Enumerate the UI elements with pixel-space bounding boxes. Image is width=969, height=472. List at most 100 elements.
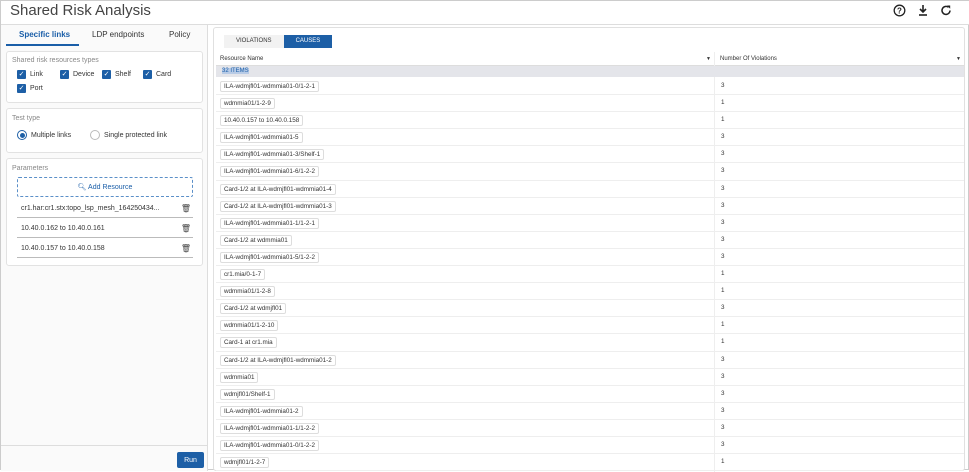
resource-name-chip[interactable]: wdmmia01/1-2-9 — [220, 98, 275, 110]
checkbox-label: Shelf — [115, 71, 131, 78]
causes-tab[interactable]: CAUSES — [283, 35, 333, 48]
violation-count: 1 — [721, 99, 725, 107]
resource-name-chip[interactable]: ILA-wdmjfl01-wdmmia01-3/Shelf-1 — [220, 149, 325, 161]
resource-name-chip[interactable]: Card-1/2 at ILA-wdmjfl01-wdmmia01-2 — [220, 354, 336, 366]
resource-name-chip[interactable]: 10.40.0.157 to 10.40.0.158 — [220, 115, 304, 127]
footer-divider — [1, 445, 208, 446]
table-row[interactable]: ILA-wdmjfl01-wdmmia01-5/1-2-2 3 — [216, 249, 964, 267]
tab-ldp-endpoints[interactable]: LDP endpoints — [92, 30, 144, 39]
radio-multiple-links[interactable]: Multiple links — [17, 130, 71, 140]
trash-icon[interactable]: 🗑︎ — [181, 241, 191, 257]
table-row[interactable]: ILA-wdmjfl01-wdmmia01-1/1-2-1 3 — [216, 215, 964, 232]
resource-name-chip[interactable]: ILA-wdmjfl01-wdmmia01-6/1-2-2 — [220, 166, 319, 178]
view-toggle: VIOLATIONS CAUSES — [224, 35, 333, 48]
trash-icon[interactable]: 🗑︎ — [181, 201, 191, 217]
tab-bar: Specific links LDP endpoints Policy — [1, 25, 208, 47]
group-row[interactable]: 32 ITEMS — [216, 66, 964, 77]
table-row[interactable]: wdmjfl01/Shelf-1 3 — [216, 386, 964, 403]
resource-name-chip[interactable]: Card-1/2 at ILA-wdmjfl01-wdmmia01-4 — [220, 183, 336, 195]
left-panel: Specific links LDP endpoints Policy Shar… — [1, 25, 208, 471]
test-type-label: Test type — [12, 115, 41, 122]
violation-count: 3 — [721, 150, 725, 158]
radio-label: Multiple links — [31, 131, 72, 139]
violation-count: 3 — [721, 355, 725, 363]
resource-name-chip[interactable]: Card-1/2 at wdmjfl01 — [220, 303, 287, 315]
table-row[interactable]: Card-1/2 at ILA-wdmjfl01-wdmmia01-2 3 — [216, 352, 964, 369]
resource-name-chip[interactable]: wdmmia01 — [220, 371, 259, 383]
violation-count: 1 — [721, 270, 725, 278]
table-row[interactable]: Card-1/2 at wdmjfl01 3 — [216, 300, 964, 318]
run-button[interactable]: Run — [177, 452, 204, 468]
resource-name-chip[interactable]: cr1.mia/0-1-7 — [220, 269, 266, 281]
table-row[interactable]: ILA-wdmjfl01-wdmmia01-1/1-2-2 3 — [216, 420, 964, 437]
table-row[interactable]: ILA-wdmjfl01-wdmmia01-2 3 — [216, 403, 964, 420]
resource-name-chip[interactable]: wdmjfl01/Shelf-1 — [220, 388, 275, 400]
resource-name-chip[interactable]: wdmmia01/1-2-10 — [220, 320, 279, 332]
tab-specific-links[interactable]: Specific links — [19, 30, 70, 39]
checkbox-label: Link — [30, 71, 43, 78]
resource-name-chip[interactable]: ILA-wdmjfl01-wdmmia01-0/1-2-1 — [220, 81, 319, 92]
radio-single-protected-link[interactable]: Single protected link — [90, 130, 167, 140]
resource-name-chip[interactable]: Card-1 at cr1.mia — [220, 337, 277, 349]
table-row[interactable]: wdmmia01 3 — [216, 369, 964, 386]
column-number-of-violations[interactable]: Number Of Violations ▼ — [716, 52, 964, 66]
checkbox-link[interactable]: ✓ Link — [17, 70, 43, 79]
help-icon[interactable]: ? — [892, 4, 906, 18]
add-resource-button[interactable]: 🔍︎ Add Resource — [17, 177, 193, 197]
checkbox-label: Port — [30, 85, 43, 92]
resource-name-chip[interactable]: ILA-wdmjfl01-wdmmia01-1/1-2-1 — [220, 217, 319, 229]
column-label: Number Of Violations — [720, 56, 777, 62]
column-resource-name[interactable]: Resource Name ▼ — [216, 52, 714, 66]
violation-count: 3 — [721, 218, 725, 226]
resource-name-chip[interactable]: Card-1/2 at ILA-wdmjfl01-wdmmia01-3 — [220, 200, 336, 212]
refresh-icon[interactable] — [939, 4, 953, 18]
parameter-item: 10.40.0.157 to 10.40.0.158 🗑︎ — [17, 241, 193, 258]
violation-count: 3 — [721, 133, 725, 141]
checkbox-device[interactable]: ✓ Device — [60, 70, 94, 79]
violation-count: 3 — [721, 82, 725, 89]
violation-count: 3 — [721, 389, 725, 397]
checkbox-port[interactable]: ✓ Port — [17, 84, 43, 93]
violation-count: 1 — [721, 287, 725, 295]
table-row[interactable]: Card-1/2 at wdmmia01 3 — [216, 232, 964, 249]
table-row[interactable]: wdmmia01/1-2-8 1 — [216, 283, 964, 301]
resource-name-chip[interactable]: wdmjfl01/1-2-7 — [220, 457, 270, 469]
resource-name-chip[interactable]: ILA-wdmjfl01-wdmmia01-1/1-2-2 — [220, 422, 319, 434]
table-row[interactable]: Card-1/2 at ILA-wdmjfl01-wdmmia01-3 3 — [216, 198, 964, 215]
sort-caret-icon: ▼ — [956, 56, 961, 62]
radio-label: Single protected link — [104, 131, 168, 139]
violations-tab[interactable]: VIOLATIONS — [224, 35, 284, 48]
table-row[interactable]: wdmmia01/1-2-10 1 — [216, 317, 964, 335]
tab-policy[interactable]: Policy — [169, 30, 190, 39]
table-row[interactable]: Card-1 at cr1.mia 1 — [216, 334, 964, 352]
violation-count: 3 — [721, 304, 725, 312]
resource-name-chip[interactable]: ILA-wdmjfl01-wdmmia01-2 — [220, 405, 303, 417]
trash-icon[interactable]: 🗑︎ — [181, 221, 191, 237]
resource-name-chip[interactable]: wdmmia01/1-2-8 — [220, 286, 275, 298]
radio-icon — [17, 130, 27, 140]
table-row[interactable]: ILA-wdmjfl01-wdmmia01-6/1-2-2 3 — [216, 163, 964, 181]
resource-name-chip[interactable]: ILA-wdmjfl01-wdmmia01-5/1-2-2 — [220, 251, 319, 263]
search-icon: 🔍︎ — [77, 184, 89, 191]
table-row[interactable]: Card-1/2 at ILA-wdmjfl01-wdmmia01-4 3 — [216, 181, 964, 198]
table-row[interactable]: 10.40.0.157 to 10.40.0.158 1 — [216, 112, 964, 130]
table-row[interactable]: wdmjfl01/1-2-7 1 — [216, 454, 964, 472]
violation-count: 3 — [721, 372, 725, 380]
table-row[interactable]: wdmmia01/1-2-9 1 — [216, 95, 964, 113]
resource-name-chip[interactable]: Card-1/2 at wdmmia01 — [220, 234, 292, 246]
table-row[interactable]: ILA-wdmjfl01-wdmmia01-0/1-2-2 3 — [216, 437, 964, 455]
table-row[interactable]: ILA-wdmjfl01-wdmmia01-3/Shelf-1 3 — [216, 146, 964, 164]
table-row[interactable]: cr1.mia/0-1-7 1 — [216, 266, 964, 284]
check-icon: ✓ — [143, 70, 152, 79]
resource-name-chip[interactable]: ILA-wdmjfl01-wdmmia01-0/1-2-2 — [220, 439, 319, 451]
checkbox-shelf[interactable]: ✓ Shelf — [102, 70, 131, 79]
resource-name-chip[interactable]: ILA-wdmjfl01-wdmmia01-5 — [220, 132, 303, 144]
table-header: Resource Name ▼ Number Of Violations ▼ — [216, 52, 964, 66]
violation-count: 3 — [721, 184, 725, 192]
parameter-text: 10.40.0.162 to 10.40.0.161 — [21, 225, 105, 232]
table-row[interactable]: ILA-wdmjfl01-wdmmia01-5 3 — [216, 129, 964, 147]
page-title: Shared Risk Analysis — [10, 2, 151, 19]
download-icon[interactable] — [916, 4, 930, 18]
table-row[interactable]: ILA-wdmjfl01-wdmmia01-0/1-2-1 3 — [216, 78, 964, 96]
checkbox-card[interactable]: ✓ Card — [143, 70, 171, 79]
